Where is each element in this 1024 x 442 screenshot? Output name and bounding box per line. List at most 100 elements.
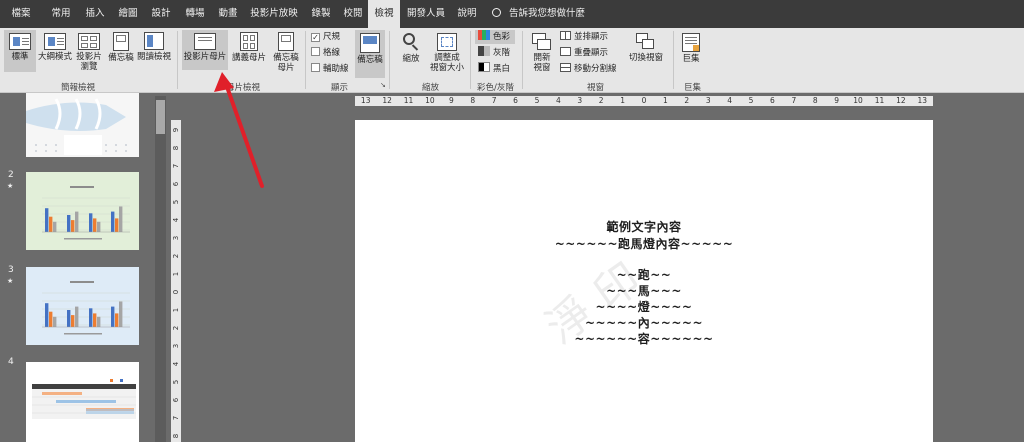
ruler-tick: 6	[513, 96, 518, 105]
gantt-table-image	[26, 362, 139, 442]
ruler-tick: 4	[172, 217, 180, 223]
fit-label-2: 視窗大小	[429, 63, 464, 73]
slide-master-button[interactable]: 投影片母片	[182, 30, 228, 70]
guides-label: 輔助線	[323, 64, 349, 74]
tab-design[interactable]: 設計	[146, 0, 176, 28]
slide-sorter-label-1: 投影片	[76, 52, 102, 62]
tab-developer[interactable]: 開發人員	[404, 0, 448, 28]
ruler-tick: 8	[172, 145, 180, 151]
ruler-tick: 4	[172, 361, 180, 367]
grayscale-button[interactable]: 灰階	[475, 46, 515, 58]
show-dialog-launcher[interactable]: ↘	[380, 81, 386, 89]
thumbnail-bar	[71, 220, 75, 232]
slide-thumbnail-4[interactable]	[26, 362, 139, 442]
tab-home[interactable]: 常用	[46, 0, 76, 28]
tab-insert[interactable]: 插入	[80, 0, 110, 28]
normal-view-icon	[9, 33, 31, 50]
tab-draw[interactable]: 繪圖	[113, 0, 143, 28]
tab-review[interactable]: 校閱	[338, 0, 368, 28]
notes-master-icon	[278, 32, 294, 51]
black-white-button[interactable]: 黑白	[475, 62, 515, 74]
tab-record[interactable]: 錄製	[306, 0, 336, 28]
slide-canvas[interactable]: 淨 印 範例文字內容 ~~~~~~跑馬燈內容~~~~~ ~~跑~~ ~~~馬~~…	[355, 120, 933, 442]
ruler-tick: 5	[534, 96, 540, 105]
marquee-line-3[interactable]: ~~~~燈~~~~	[355, 298, 933, 315]
thumbnail-title-line	[70, 281, 94, 283]
ruler-tick: 6	[172, 181, 180, 187]
fit-to-window-button[interactable]: 調整成 視窗大小	[428, 30, 466, 78]
show-group-label: 顯示	[331, 83, 349, 93]
tab-animations[interactable]: 動畫	[213, 0, 243, 28]
slide-thumbnail-2[interactable]	[26, 172, 139, 250]
thumbnail-bar	[67, 310, 71, 327]
arrange-icon	[560, 31, 571, 40]
ruler-tick: 7	[172, 163, 180, 169]
thumbnail-title-line	[70, 186, 94, 188]
marquee-line-2[interactable]: ~~~馬~~~	[355, 282, 933, 299]
ruler-tick: 5	[748, 96, 754, 105]
separator	[522, 31, 523, 89]
tab-file[interactable]: 檔案	[4, 0, 38, 28]
marquee-line-5[interactable]: ~~~~~~容~~~~~~	[355, 330, 933, 347]
switch-windows-button[interactable]: 切換視窗	[628, 30, 664, 72]
thumbnail-pane-scrollbar[interactable]	[155, 96, 166, 442]
gridlines-checkbox[interactable]: 格線	[311, 47, 340, 59]
scrollbar-thumb[interactable]	[156, 100, 165, 134]
notes-master-button[interactable]: 備忘稿 母片	[271, 30, 301, 78]
color-label: 色彩	[493, 32, 511, 42]
reading-view-icon	[144, 32, 164, 50]
tab-transitions[interactable]: 轉場	[180, 0, 210, 28]
ruler-checkbox[interactable]: ✓ 尺規	[311, 31, 340, 43]
ruler-tick: 11	[403, 96, 414, 105]
thumbnail-bar	[71, 315, 75, 327]
outline-view-icon	[44, 33, 66, 50]
bw-label: 黑白	[493, 64, 511, 74]
move-split-button[interactable]: 移動分割線	[560, 63, 617, 75]
handout-master-button[interactable]: 講義母片	[229, 30, 269, 70]
slide-sorter-button[interactable]: 投影片 瀏覽	[74, 30, 104, 78]
tell-me-label: 告訴我您想做什麼	[509, 8, 586, 19]
ruler-tick: 2	[172, 325, 180, 331]
tab-slideshow[interactable]: 投影片放映	[246, 0, 302, 28]
slide-title[interactable]: 範例文字內容	[355, 218, 933, 235]
slide-subtitle[interactable]: ~~~~~~跑馬燈內容~~~~~	[355, 235, 933, 252]
outline-view-button[interactable]: 大綱模式	[37, 30, 73, 72]
notes-button[interactable]: 備忘稿	[355, 30, 385, 78]
guides-checkbox[interactable]: 輔助線	[311, 63, 349, 75]
normal-view-button[interactable]: 標準	[4, 30, 36, 72]
new-window-icon	[532, 33, 552, 51]
ruler-tick: 2	[684, 96, 690, 105]
slide-thumbnail-1[interactable]	[26, 93, 139, 157]
color-button[interactable]: 色彩	[475, 30, 515, 44]
color-swatch-icon	[478, 30, 490, 40]
color-group-label: 彩色/灰階	[477, 83, 514, 93]
separator	[470, 31, 471, 89]
new-window-button[interactable]: 開新 視窗	[528, 30, 556, 78]
tell-me-search[interactable]: 告訴我您想做什麼	[492, 0, 585, 28]
marquee-line-1[interactable]: ~~跑~~	[355, 266, 933, 283]
cascade-button[interactable]: 重疊顯示	[560, 47, 608, 59]
marquee-line-4[interactable]: ~~~~~內~~~~~	[355, 314, 933, 331]
notes-page-button[interactable]: 備忘稿	[106, 30, 136, 72]
zoom-label: 縮放	[402, 54, 420, 64]
grayscale-label: 灰階	[493, 48, 511, 58]
cascade-label: 重疊顯示	[574, 48, 609, 58]
macros-button[interactable]: 巨集	[679, 30, 703, 72]
arrange-all-button[interactable]: 並排顯示	[560, 31, 608, 43]
notes-master-label-2: 母片	[277, 63, 295, 73]
macros-label: 巨集	[682, 54, 700, 64]
ruler-tick: 1	[663, 96, 668, 105]
slide-number-4: 4	[8, 357, 14, 367]
window-group-label: 視窗	[587, 83, 605, 93]
ruler-tick: 9	[448, 96, 454, 105]
ruler-tick: 9	[172, 127, 180, 133]
handout-master-icon	[240, 32, 258, 51]
ruler-tick: 0	[172, 289, 180, 295]
tab-help[interactable]: 說明	[452, 0, 482, 28]
zoom-button[interactable]: 縮放	[396, 30, 426, 72]
reading-view-button[interactable]: 閱讀檢視	[136, 30, 172, 72]
vertical-ruler[interactable]: 9 8 7 6 5 4 3 2 1 0 1 2 3 4 5 6 7 8	[171, 120, 181, 442]
tab-view[interactable]: 檢視	[368, 0, 400, 28]
slide-thumbnail-3[interactable]	[26, 267, 139, 345]
horizontal-ruler[interactable]: 13 12 11 10 9 8 7 6 5 4 3 2 1 0 1 2 3 4 5 6 7 8 9 10 11 12 13	[355, 96, 933, 106]
